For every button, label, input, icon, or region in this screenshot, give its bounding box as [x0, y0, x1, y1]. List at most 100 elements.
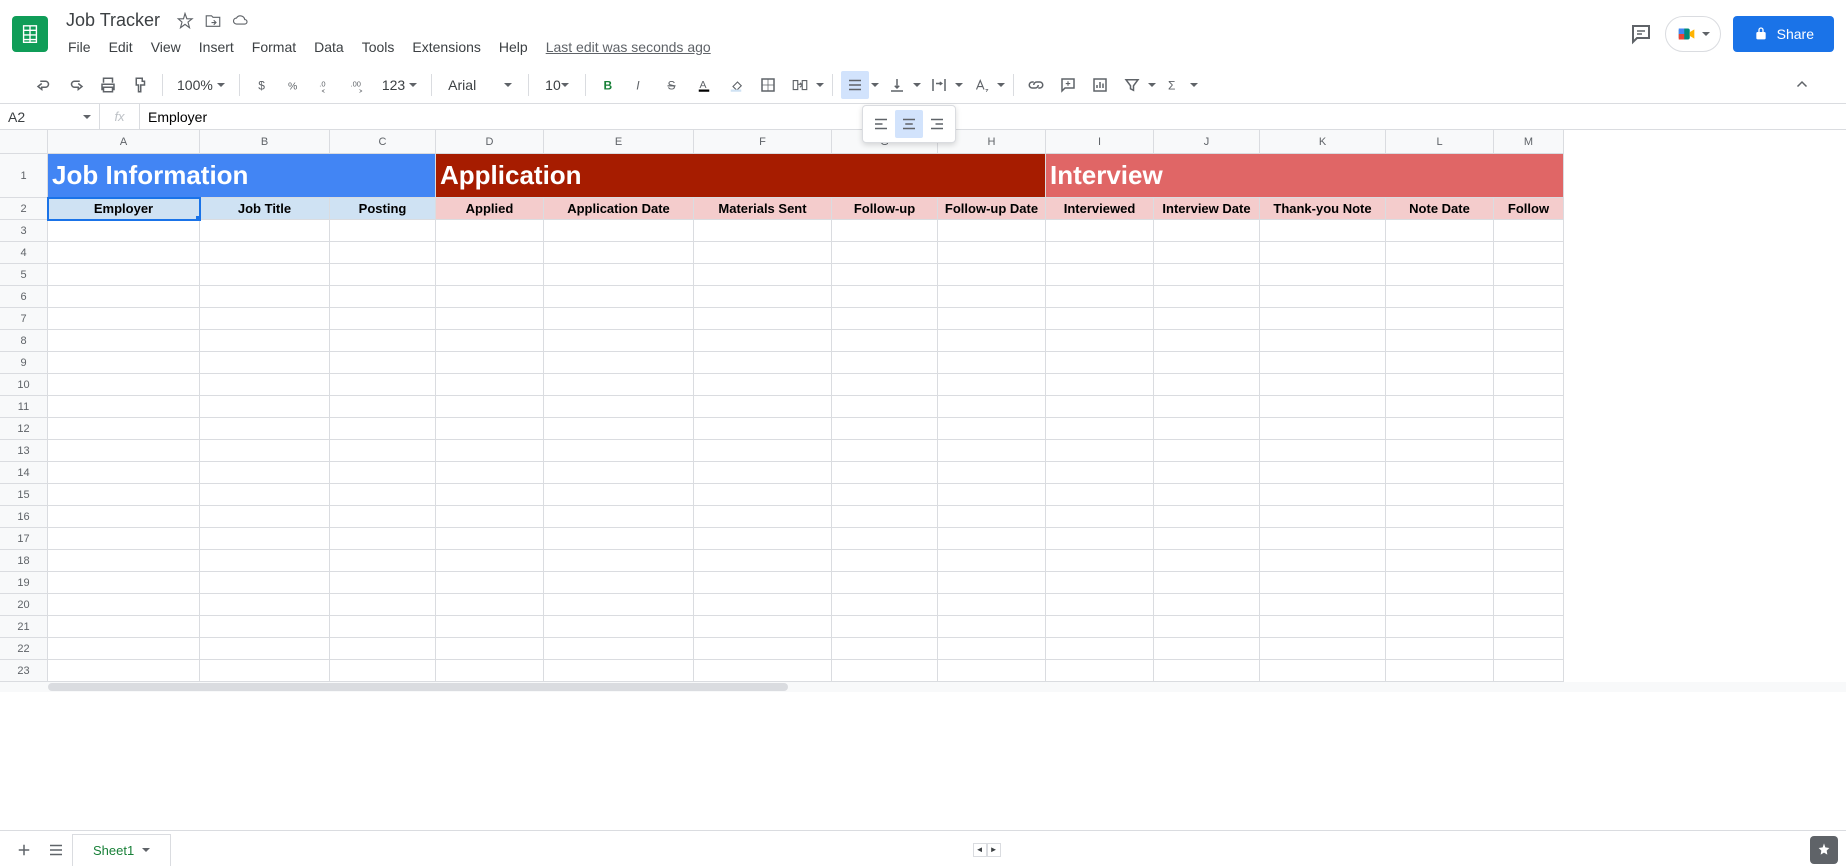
- cell[interactable]: [1154, 550, 1260, 572]
- undo-button[interactable]: [30, 71, 58, 99]
- cell[interactable]: [694, 352, 832, 374]
- cell[interactable]: [938, 528, 1046, 550]
- row-header[interactable]: 17: [0, 528, 48, 550]
- cell[interactable]: [1046, 396, 1154, 418]
- font-select[interactable]: Arial: [440, 73, 520, 97]
- cell[interactable]: [436, 594, 544, 616]
- cell[interactable]: [1154, 286, 1260, 308]
- cell[interactable]: [436, 638, 544, 660]
- cell[interactable]: [1386, 528, 1494, 550]
- cell[interactable]: [1154, 374, 1260, 396]
- font-size-select[interactable]: 10: [537, 73, 577, 97]
- cell[interactable]: [200, 506, 330, 528]
- row-header[interactable]: 6: [0, 286, 48, 308]
- align-center-button[interactable]: [895, 110, 923, 138]
- cell[interactable]: [544, 484, 694, 506]
- sheet-tab[interactable]: Sheet1: [72, 834, 171, 866]
- header-cell[interactable]: Applied: [436, 198, 544, 220]
- header-cell[interactable]: Interview Date: [1154, 198, 1260, 220]
- cell[interactable]: [832, 550, 938, 572]
- increase-decimal-button[interactable]: .00: [344, 71, 372, 99]
- cell[interactable]: [200, 220, 330, 242]
- cell[interactable]: [1386, 308, 1494, 330]
- cell[interactable]: [1386, 484, 1494, 506]
- cell[interactable]: [1494, 660, 1564, 682]
- row-header[interactable]: 22: [0, 638, 48, 660]
- cell[interactable]: [1260, 418, 1386, 440]
- cell[interactable]: [330, 440, 436, 462]
- menu-view[interactable]: View: [143, 35, 189, 59]
- paint-format-button[interactable]: [126, 71, 154, 99]
- cell[interactable]: [1494, 418, 1564, 440]
- cell[interactable]: [1494, 594, 1564, 616]
- cell[interactable]: [200, 660, 330, 682]
- row-header[interactable]: 2: [0, 198, 48, 220]
- cell[interactable]: [1386, 352, 1494, 374]
- cell[interactable]: [200, 308, 330, 330]
- cell[interactable]: [1046, 418, 1154, 440]
- cell[interactable]: [1154, 330, 1260, 352]
- cell[interactable]: [832, 352, 938, 374]
- cell[interactable]: [1260, 286, 1386, 308]
- cell[interactable]: [1494, 396, 1564, 418]
- cell[interactable]: [48, 594, 200, 616]
- row-header[interactable]: 5: [0, 264, 48, 286]
- cell[interactable]: [1494, 352, 1564, 374]
- cell[interactable]: [330, 374, 436, 396]
- cell[interactable]: [544, 660, 694, 682]
- cell[interactable]: [1386, 594, 1494, 616]
- cell[interactable]: [436, 528, 544, 550]
- header-cell[interactable]: Posting: [330, 198, 436, 220]
- cell[interactable]: [832, 462, 938, 484]
- cell[interactable]: [1386, 418, 1494, 440]
- row-header[interactable]: 10: [0, 374, 48, 396]
- cell[interactable]: [1154, 440, 1260, 462]
- cell[interactable]: [544, 220, 694, 242]
- cell[interactable]: [544, 308, 694, 330]
- decrease-decimal-button[interactable]: .0: [312, 71, 340, 99]
- header-cell[interactable]: Follow-up: [832, 198, 938, 220]
- cell[interactable]: [938, 594, 1046, 616]
- cell[interactable]: [832, 220, 938, 242]
- cell[interactable]: [544, 374, 694, 396]
- col-header[interactable]: B: [200, 130, 330, 154]
- cell[interactable]: [1046, 528, 1154, 550]
- cell[interactable]: [1494, 550, 1564, 572]
- cell[interactable]: [1260, 440, 1386, 462]
- cell[interactable]: [938, 660, 1046, 682]
- cell[interactable]: [544, 462, 694, 484]
- cell[interactable]: [330, 264, 436, 286]
- menu-format[interactable]: Format: [244, 35, 304, 59]
- text-wrap-button[interactable]: [925, 71, 953, 99]
- add-sheet-button[interactable]: [8, 834, 40, 866]
- cell[interactable]: [48, 396, 200, 418]
- cell[interactable]: [48, 616, 200, 638]
- menu-extensions[interactable]: Extensions: [404, 35, 488, 59]
- row-header[interactable]: 18: [0, 550, 48, 572]
- cell[interactable]: [48, 374, 200, 396]
- select-all-corner[interactable]: [0, 130, 48, 154]
- header-cell[interactable]: Interviewed: [1046, 198, 1154, 220]
- cell[interactable]: [938, 440, 1046, 462]
- formula-input[interactable]: [140, 109, 1846, 125]
- cell[interactable]: [1046, 572, 1154, 594]
- cell[interactable]: [1154, 572, 1260, 594]
- cell[interactable]: [1154, 528, 1260, 550]
- cell[interactable]: [1494, 242, 1564, 264]
- cell[interactable]: [694, 660, 832, 682]
- row-header[interactable]: 14: [0, 462, 48, 484]
- cell[interactable]: [694, 286, 832, 308]
- row-header[interactable]: 7: [0, 308, 48, 330]
- redo-button[interactable]: [62, 71, 90, 99]
- cell[interactable]: [200, 352, 330, 374]
- cell[interactable]: [1494, 220, 1564, 242]
- cell[interactable]: [694, 220, 832, 242]
- cell[interactable]: [938, 638, 1046, 660]
- cell[interactable]: [330, 616, 436, 638]
- menu-insert[interactable]: Insert: [191, 35, 242, 59]
- cell[interactable]: [832, 572, 938, 594]
- cell[interactable]: [544, 616, 694, 638]
- col-header[interactable]: E: [544, 130, 694, 154]
- merge-cells-button[interactable]: [786, 71, 814, 99]
- cell[interactable]: [1386, 286, 1494, 308]
